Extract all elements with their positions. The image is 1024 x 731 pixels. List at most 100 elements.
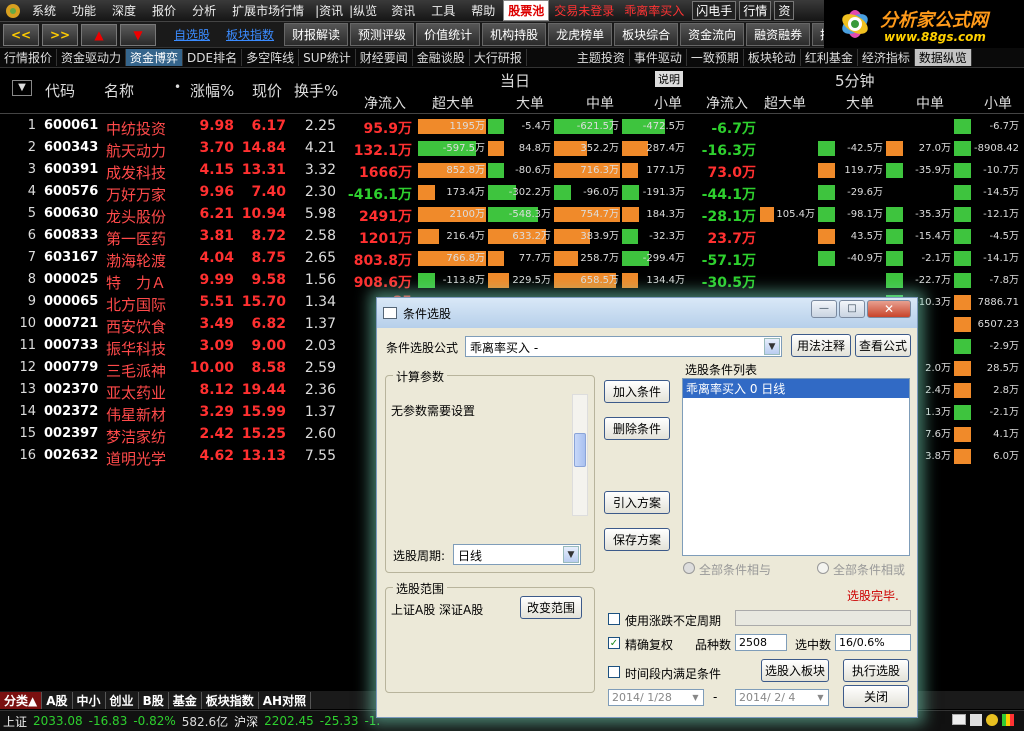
info-button[interactable]: 资 (774, 1, 795, 20)
table-row[interactable]: 1 600061 中纺投资 9.98 6.17 2.25 95.9万 1195万 -5.4万 -6… (0, 116, 1024, 138)
tab-data-overview[interactable]: 数据纵览 (914, 49, 972, 66)
menu-ext-market[interactable]: 扩展市场行情 (224, 2, 312, 19)
login-status[interactable]: 交易未登录 (549, 2, 619, 19)
col-s-order[interactable]: 小单 (654, 93, 682, 113)
tab-long-short[interactable]: 多空阵线 (242, 49, 300, 66)
menu-function[interactable]: 功能 (64, 2, 104, 19)
radio-or[interactable] (817, 562, 829, 574)
delete-condition-button[interactable]: 删除条件 (604, 417, 670, 440)
table-row[interactable]: 5 600630 龙头股份 6.21 10.94 5.98 2491万 2100万 -548.3… (0, 204, 1024, 226)
tab-b-shares[interactable]: B股 (139, 691, 169, 709)
tab-ah-compare[interactable]: AH对照 (259, 691, 312, 709)
col-5min-l-order[interactable]: 大单 (846, 93, 874, 113)
tab-sme[interactable]: 中小 (73, 691, 106, 709)
tab-value-stats[interactable]: 价值统计 (416, 23, 481, 46)
explain-button[interactable]: 说明 (655, 71, 683, 87)
params-scrollbar[interactable] (572, 394, 588, 516)
tab-finance-news[interactable]: 财经要闻 (356, 49, 413, 66)
scroll-thumb[interactable] (574, 433, 586, 467)
table-row[interactable]: 2 600343 航天动力 3.70 14.84 4.21 132.1万 -597.5万 84.… (0, 138, 1024, 160)
stock-pool-button[interactable]: 股票池 (503, 0, 550, 21)
menu-help[interactable]: 帮助 (463, 2, 503, 19)
sh-index-label[interactable]: 上证 (0, 713, 30, 730)
tab-capital-game[interactable]: 资金博弈 (126, 49, 184, 66)
col-5min-s-order[interactable]: 小单 (984, 93, 1012, 113)
mail-icon[interactable] (952, 714, 966, 725)
menu-info[interactable]: 资讯 (383, 2, 423, 19)
menu-tools[interactable]: 工具 (423, 2, 463, 19)
menu-overview[interactable]: |纵览 (346, 2, 383, 19)
chevron-down-icon[interactable]: ▼ (563, 546, 579, 563)
sector-index-link[interactable]: 板块指数 (218, 26, 282, 43)
tab-sector-rotation[interactable]: 板块轮动 (744, 49, 801, 66)
table-row[interactable]: 6 600833 第一医药 3.81 8.72 2.58 1201万 216.4万 633.2万… (0, 226, 1024, 248)
tab-forecast-rating[interactable]: 预测评级 (350, 23, 415, 46)
tab-dividend-fund[interactable]: 红利基金 (801, 49, 858, 66)
message-icon[interactable] (970, 714, 982, 726)
tab-financial-report[interactable]: 财报解读 (284, 23, 349, 46)
close-button[interactable]: 关闭 (843, 685, 909, 708)
tab-capital-flow[interactable]: 资金流向 (680, 23, 745, 46)
date-to[interactable]: 2014/ 2/ 4 ▼ (735, 689, 829, 706)
maximize-button[interactable]: □ (839, 300, 865, 318)
signal-icon[interactable] (1002, 714, 1014, 726)
col-m-order[interactable]: 中单 (586, 93, 614, 113)
date-from[interactable]: 2014/ 1/28 ▼ (608, 689, 704, 706)
minimize-button[interactable]: — (811, 300, 837, 318)
col-5min-xl-order[interactable]: 超大单 (764, 93, 806, 113)
tab-institution[interactable]: 机构持股 (482, 23, 547, 46)
usage-notes-button[interactable]: 用法注释 (791, 334, 851, 357)
period-select[interactable]: 日线 ▼ (453, 544, 581, 565)
tab-dragon-tiger[interactable]: 龙虎榜单 (548, 23, 613, 46)
tab-finance-talk[interactable]: 金融谈股 (413, 49, 470, 66)
tab-quote[interactable]: 行情报价 (0, 49, 58, 66)
formula-alert[interactable]: 乖离率买入 (619, 2, 689, 19)
tab-category[interactable]: 分类▲ (0, 691, 43, 709)
col-change[interactable]: 涨幅% (190, 80, 234, 101)
col-price[interactable]: 现价 (252, 80, 282, 101)
sz-index-label[interactable]: 沪深 (231, 713, 261, 730)
tab-margin[interactable]: 融资融券 (746, 23, 811, 46)
save-plan-button[interactable]: 保存方案 (604, 528, 670, 551)
calendar-dropdown-icon[interactable]: ▼ (814, 691, 827, 704)
table-row[interactable]: 3 600391 成发科技 4.15 13.31 3.32 1666万 852.8万 -80.6… (0, 160, 1024, 182)
tab-theme-invest[interactable]: 主题投资 (573, 49, 630, 66)
menu-info-bar[interactable]: |资讯 (312, 2, 346, 19)
menu-analysis[interactable]: 分析 (184, 2, 224, 19)
tab-sector-index[interactable]: 板块指数 (202, 691, 259, 709)
watchlist-link[interactable]: 自选股 (166, 26, 218, 43)
view-formula-button[interactable]: 查看公式 (855, 334, 911, 357)
change-range-button[interactable]: 改变范围 (520, 596, 582, 619)
back-button[interactable]: << (3, 23, 39, 46)
alert-icon[interactable] (986, 714, 998, 726)
add-condition-button[interactable]: 加入条件 (604, 380, 670, 403)
up-button[interactable]: ▲ (81, 23, 117, 46)
tab-sector-composite[interactable]: 板块综合 (614, 23, 679, 46)
tab-event-driven[interactable]: 事件驱动 (630, 49, 687, 66)
tab-a-shares[interactable]: A股 (42, 691, 73, 709)
precise-adjust-checkbox[interactable]: ✓ (608, 637, 620, 649)
tab-dde-rank[interactable]: DDE排名 (183, 49, 243, 66)
dialog-titlebar[interactable]: 条件选股 — □ ✕ (377, 298, 917, 328)
col-net-inflow[interactable]: 净流入 (364, 93, 406, 113)
period-satisfy-checkbox[interactable] (608, 666, 620, 678)
import-plan-button[interactable]: 引入方案 (604, 491, 670, 514)
forward-button[interactable]: >> (42, 23, 78, 46)
condition-list[interactable]: 乖离率买入 0 日线 (682, 378, 910, 556)
sort-menu-icon[interactable]: ▼ (12, 80, 32, 96)
col-xl-order[interactable]: 超大单 (432, 93, 474, 113)
col-name[interactable]: 名称 (104, 80, 134, 101)
flash-trade-button[interactable]: 闪电手 (692, 1, 737, 20)
menu-depth[interactable]: 深度 (104, 2, 144, 19)
table-row[interactable]: 8 000025 特 力Ａ 9.99 9.58 1.56 908.6万 -113.8万 229.… (0, 270, 1024, 292)
formula-select[interactable]: 乖离率买入 - ▼ (465, 336, 782, 357)
tab-sup-stats[interactable]: SUP统计 (299, 49, 356, 66)
menu-system[interactable]: 系统 (24, 2, 64, 19)
menu-quote[interactable]: 报价 (144, 2, 184, 19)
table-row[interactable]: 4 600576 万好万家 9.96 7.40 2.30 -416.1万 173.4万 -302… (0, 182, 1024, 204)
chevron-down-icon[interactable]: ▼ (764, 338, 780, 355)
calendar-dropdown-icon[interactable]: ▼ (689, 691, 702, 704)
tab-research[interactable]: 大行研报 (470, 49, 527, 66)
tab-fund[interactable]: 基金 (169, 691, 202, 709)
down-button[interactable]: ▼ (120, 23, 156, 46)
